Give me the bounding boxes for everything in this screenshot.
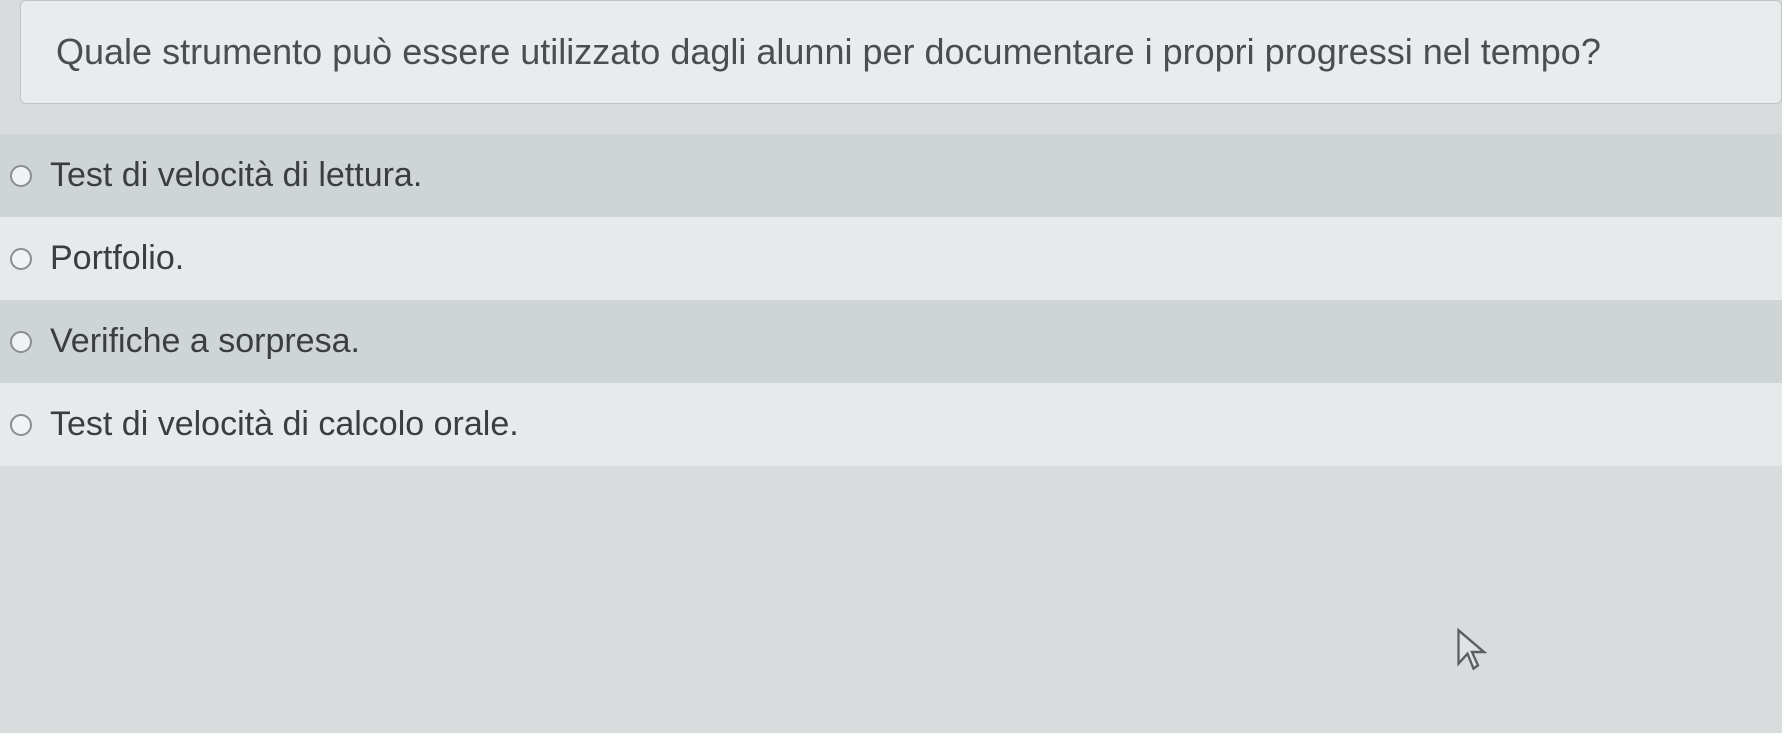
radio-icon[interactable] [10,414,32,436]
option-row-2[interactable]: Verifiche a sorpresa. [0,300,1782,383]
option-label: Test di velocità di lettura. [50,156,422,195]
option-label: Test di velocità di calcolo orale. [50,405,519,444]
radio-icon[interactable] [10,248,32,270]
question-text: Quale strumento può essere utilizzato da… [56,31,1601,72]
option-row-3[interactable]: Test di velocità di calcolo orale. [0,383,1782,466]
option-row-0[interactable]: Test di velocità di lettura. [0,134,1782,217]
question-box: Quale strumento può essere utilizzato da… [20,0,1782,104]
option-label: Portfolio. [50,239,184,278]
options-list: Test di velocità di lettura. Portfolio. … [0,134,1782,466]
radio-icon[interactable] [10,165,32,187]
radio-icon[interactable] [10,331,32,353]
cursor-icon [1454,627,1490,688]
option-row-1[interactable]: Portfolio. [0,217,1782,300]
option-label: Verifiche a sorpresa. [50,322,360,361]
